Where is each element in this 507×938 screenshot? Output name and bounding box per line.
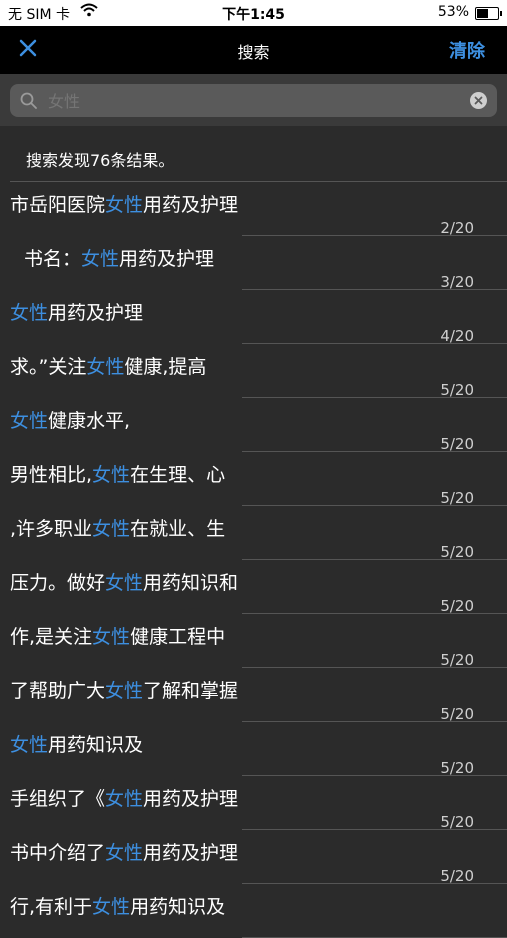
snippet-highlight: 女性 <box>105 842 144 864</box>
snippet-before: 压力。做好 <box>10 572 106 594</box>
snippet-before: 作,是关注 <box>10 626 93 648</box>
snippet-before: 手组织了《 <box>10 788 106 810</box>
snippet-before: 书名： <box>24 248 82 270</box>
snippet-highlight: 女性 <box>105 194 144 216</box>
snippet-highlight: 女性 <box>92 518 131 540</box>
result-item[interactable]: 行,有利于女性用药知识及 <box>0 884 507 938</box>
search-area <box>0 74 507 126</box>
result-snippet: 女性健康水平, <box>10 406 130 433</box>
snippet-highlight: 女性 <box>105 572 144 594</box>
snippet-after: 用药及护理 <box>48 302 144 324</box>
results-list: 市岳阳医院女性用药及护理 2/20 书名：女性用药及护理 3/20 女性用药及护理 4/2… <box>0 182 507 938</box>
snippet-after: 用药知识和 <box>143 572 239 594</box>
search-box[interactable] <box>10 84 497 117</box>
result-snippet: 女性用药知识及 <box>10 730 143 757</box>
result-item[interactable]: 市岳阳医院女性用药及护理 2/20 <box>0 182 507 237</box>
result-item[interactable]: 求。”关注女性健康,提高 5/20 <box>0 344 507 399</box>
result-snippet: 女性用药及护理 <box>10 298 143 325</box>
result-item[interactable]: 书中介绍了女性用药及护理 5/20 <box>0 830 507 885</box>
snippet-highlight: 女性 <box>92 626 131 648</box>
result-snippet: 作,是关注女性健康工程中 <box>10 622 225 649</box>
result-snippet: 书中介绍了女性用药及护理 <box>10 838 238 865</box>
result-item[interactable]: 女性用药及护理 4/20 <box>0 290 507 345</box>
nav-bar: 搜索 清除 <box>0 26 507 74</box>
snippet-after: 健康工程中 <box>130 626 226 648</box>
result-snippet: 市岳阳医院女性用药及护理 <box>10 190 238 217</box>
result-item[interactable]: 压力。做好女性用药知识和 5/20 <box>0 560 507 615</box>
status-bar: 无 SIM 卡 下午1:45 53% <box>0 0 507 26</box>
result-snippet: 手组织了《女性用药及护理 <box>10 784 238 811</box>
snippet-before: 男性相比, <box>10 464 93 486</box>
snippet-highlight: 女性 <box>10 410 49 432</box>
search-input[interactable] <box>46 88 450 115</box>
result-item[interactable]: 男性相比,女性在生理、心 5/20 <box>0 452 507 507</box>
result-snippet: 行,有利于女性用药知识及 <box>10 892 225 919</box>
snippet-before: 求。”关注 <box>10 356 87 378</box>
result-item[interactable]: 书名：女性用药及护理 3/20 <box>0 236 507 291</box>
results-summary: 搜索发现76条结果。 <box>26 151 175 170</box>
clear-button[interactable]: 清除 <box>449 37 485 63</box>
clear-search-icon[interactable] <box>470 92 487 109</box>
snippet-highlight: 女性 <box>105 680 144 702</box>
snippet-after: 用药知识及 <box>130 896 226 918</box>
result-snippet: 书名：女性用药及护理 <box>24 244 214 271</box>
snippet-highlight: 女性 <box>92 464 131 486</box>
snippet-after: 用药及护理 <box>119 248 215 270</box>
search-icon <box>20 92 37 109</box>
result-item[interactable]: ,许多职业女性在就业、生 5/20 <box>0 506 507 561</box>
snippet-highlight: 女性 <box>10 302 49 324</box>
result-snippet: 男性相比,女性在生理、心 <box>10 460 225 487</box>
clock: 下午1:45 <box>222 7 285 23</box>
result-item[interactable]: 女性用药知识及 5/20 <box>0 722 507 777</box>
snippet-after: 用药及护理 <box>143 194 239 216</box>
battery-percentage: 53% <box>437 4 469 20</box>
snippet-highlight: 女性 <box>92 896 131 918</box>
result-item[interactable]: 手组织了《女性用药及护理 5/20 <box>0 776 507 831</box>
snippet-after: 在就业、生 <box>130 518 226 540</box>
snippet-after: 在生理、心 <box>130 464 226 486</box>
snippet-after: 用药及护理 <box>143 788 239 810</box>
snippet-after: 了解和掌握 <box>143 680 239 702</box>
result-snippet: ,许多职业女性在就业、生 <box>10 514 225 541</box>
snippet-before: 了帮助广大 <box>10 680 106 702</box>
snippet-before: ,许多职业 <box>10 518 93 540</box>
result-item[interactable]: 作,是关注女性健康工程中 5/20 <box>0 614 507 669</box>
snippet-after: 健康,提高 <box>124 356 207 378</box>
page-title: 搜索 <box>237 43 270 62</box>
snippet-after: 用药知识及 <box>48 734 144 756</box>
result-item[interactable]: 女性健康水平, 5/20 <box>0 398 507 453</box>
snippet-before: 市岳阳医院 <box>10 194 106 216</box>
result-snippet: 压力。做好女性用药知识和 <box>10 568 238 595</box>
snippet-highlight: 女性 <box>86 356 125 378</box>
snippet-highlight: 女性 <box>10 734 49 756</box>
result-item[interactable]: 了帮助广大女性了解和掌握 5/20 <box>0 668 507 723</box>
result-snippet: 了帮助广大女性了解和掌握 <box>10 676 238 703</box>
snippet-before: 书中介绍了 <box>10 842 106 864</box>
battery-fill <box>477 9 488 18</box>
snippet-after: 用药及护理 <box>143 842 239 864</box>
result-snippet: 求。”关注女性健康,提高 <box>10 352 206 379</box>
snippet-before: 行,有利于 <box>10 896 93 918</box>
snippet-after: 健康水平, <box>48 410 131 432</box>
battery-icon <box>475 7 502 20</box>
snippet-highlight: 女性 <box>81 248 120 270</box>
snippet-highlight: 女性 <box>105 788 144 810</box>
